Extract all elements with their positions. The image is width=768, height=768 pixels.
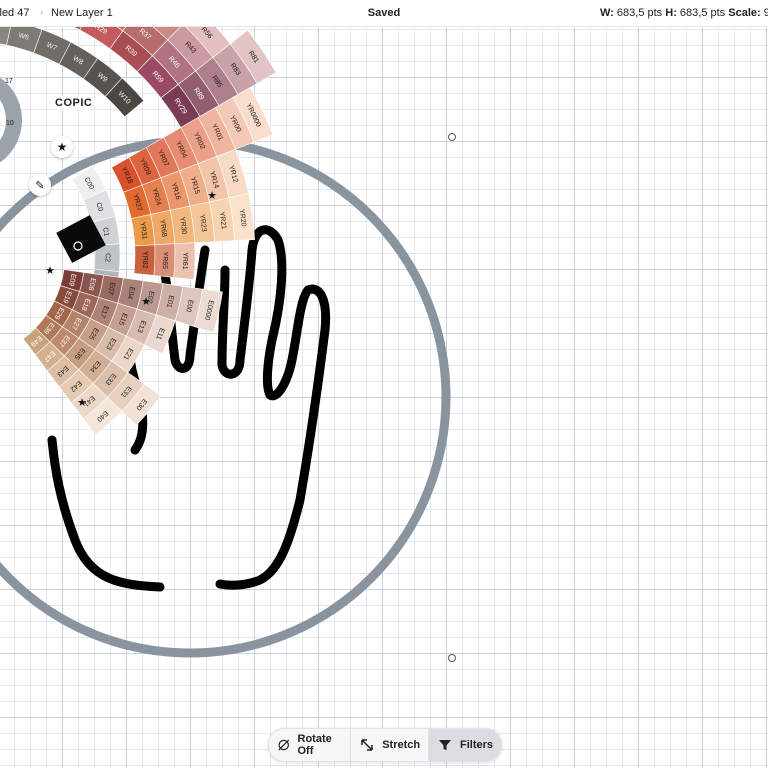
swatch-label: YR65 — [161, 252, 168, 270]
top-bar: itled 47 › New Layer 1 Saved W: 683,5 pt… — [0, 0, 768, 27]
selection-handle-bottom[interactable] — [448, 654, 456, 662]
height-value: 683,5 pts — [679, 7, 726, 19]
height-label: H: — [665, 7, 677, 19]
palette-label: COPIC — [52, 96, 96, 110]
star-icon: ★ — [56, 140, 68, 154]
favorite-star-button[interactable]: ★ — [51, 136, 73, 158]
stretch-button[interactable]: Stretch — [351, 729, 428, 761]
eyedropper-icon: ✎ — [35, 179, 45, 192]
stretch-label: Stretch — [382, 739, 421, 751]
swatch-label: C2 — [104, 253, 111, 262]
funnel-icon — [438, 740, 451, 750]
scale-value: 920 — [763, 7, 768, 19]
favorite-star-icon: ★ — [207, 190, 217, 202]
mini-wheel-label: 17 — [5, 78, 13, 85]
filters-label: Filters — [459, 739, 493, 751]
eyedropper-button[interactable]: ✎ — [29, 174, 51, 196]
stretch-icon — [361, 739, 373, 751]
width-label: W: — [600, 7, 614, 19]
mini-wheel-label: 10 — [6, 120, 14, 127]
dimensions-readout: W: 683,5 pts H: 683,5 pts Scale: 920 — [600, 7, 768, 19]
bottom-toolbar: Rotate Off Stretch Filters — [268, 728, 502, 762]
swatch-label: YR82 — [141, 251, 148, 269]
swatch-label: YR61 — [181, 252, 188, 270]
drawing-canvas[interactable]: C00C0C1C2C3C4W4W6W7W8W9W10R08R05R02R01R0… — [0, 0, 768, 768]
rotate-label: Rotate Off — [297, 733, 332, 757]
filters-button[interactable]: Filters — [428, 729, 501, 761]
favorite-star-icon: ★ — [141, 296, 151, 308]
swatch-label: C1 — [101, 227, 109, 237]
scale-label: Scale: — [728, 7, 761, 19]
rotate-off-icon — [278, 739, 290, 751]
selection-handle-top[interactable] — [448, 133, 456, 141]
width-value: 683,5 pts — [616, 7, 663, 19]
favorite-star-icon: ★ — [45, 265, 55, 277]
rotate-toggle-button[interactable]: Rotate Off — [269, 729, 350, 761]
favorite-star-icon: ★ — [77, 397, 87, 409]
